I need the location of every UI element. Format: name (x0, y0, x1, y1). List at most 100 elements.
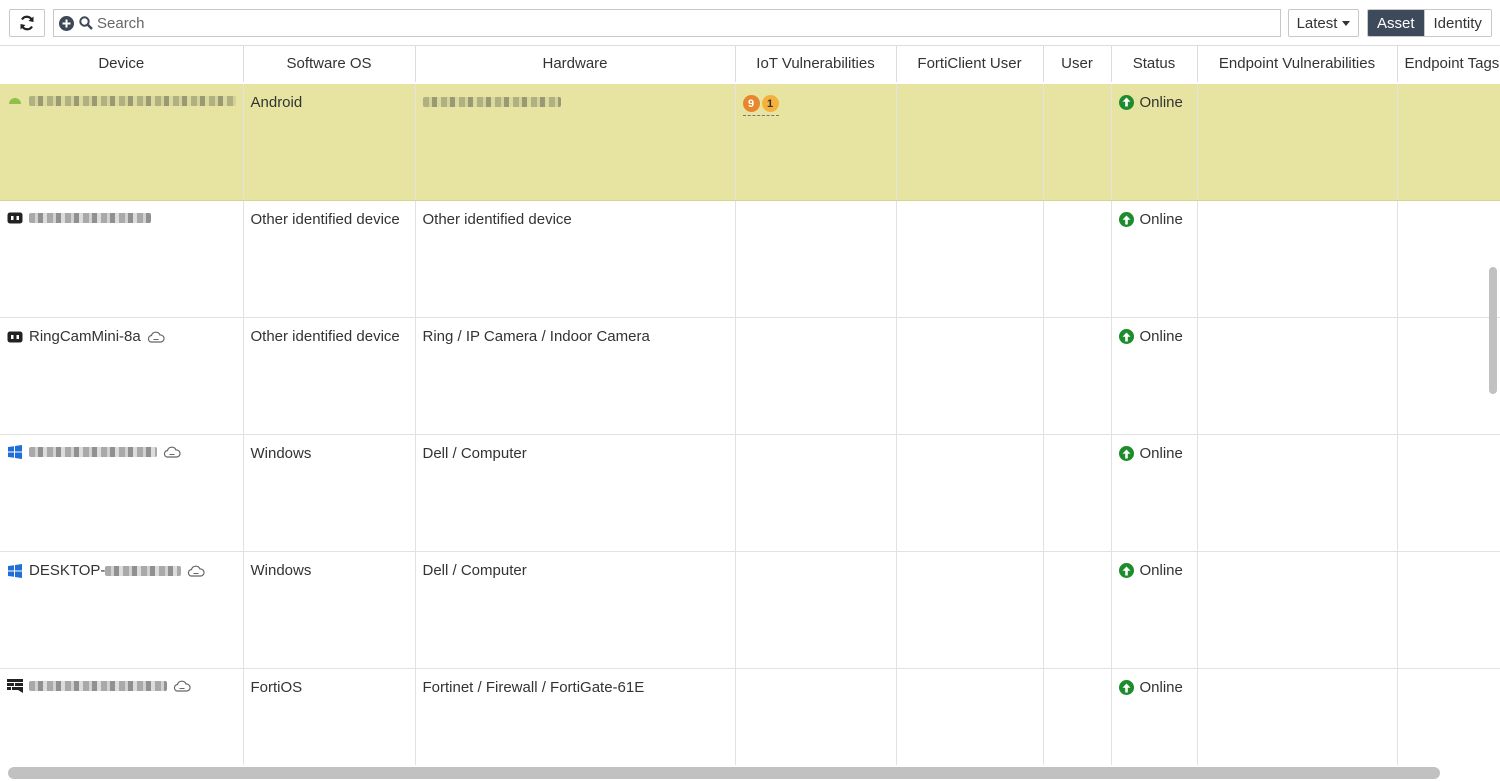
table-row[interactable]: Windows Dell / Computer Online (0, 434, 1500, 552)
device-name[interactable]: DESKTOP- (29, 562, 105, 579)
cloud-icon (163, 446, 181, 458)
refresh-icon (20, 15, 34, 31)
latest-dropdown[interactable]: Latest (1288, 9, 1359, 37)
cloud-icon (147, 331, 165, 343)
endpoint-vulnerabilities-cell (1197, 81, 1398, 201)
status-cell: Online (1111, 81, 1198, 201)
refresh-button[interactable] (9, 9, 45, 37)
column-header-device[interactable]: Device (0, 45, 244, 83)
endpoint-tags-cell (1397, 668, 1500, 765)
software-os-cell: Windows (243, 434, 416, 552)
column-header-hardware[interactable]: Hardware (415, 45, 736, 83)
column-header-iot-vulnerabilities[interactable]: IoT Vulnerabilities (735, 45, 897, 83)
endpoint-vulnerabilities-cell (1197, 668, 1398, 765)
hardware-cell: Ring / IP Camera / Indoor Camera (415, 317, 736, 435)
device-icon (7, 211, 23, 225)
cloud-icon (187, 565, 206, 577)
column-header-endpoint-vulnerabilities[interactable]: Endpoint Vulnerabilities (1197, 45, 1398, 83)
toolbar: Latest Asset Identity (0, 0, 1500, 45)
vulnerability-badges[interactable]: 9 1 (742, 95, 779, 116)
search-input[interactable] (97, 14, 1197, 32)
status-label: Online (1139, 562, 1183, 579)
endpoint-tags-cell (1397, 434, 1500, 552)
user-cell (1043, 551, 1112, 669)
column-header-forticlient-user[interactable]: FortiClient User (896, 45, 1044, 83)
device-table: Device Software OS Hardware IoT Vulnerab… (0, 45, 1500, 765)
user-cell (1043, 200, 1112, 318)
status-cell: Online (1111, 434, 1198, 552)
redacted-device-name (29, 447, 157, 457)
status-cell: Online (1111, 317, 1198, 435)
horizontal-scrollbar[interactable] (8, 767, 1440, 779)
windows-icon (7, 563, 23, 578)
status-label: Online (1139, 445, 1183, 462)
redacted-device-name (29, 213, 151, 223)
redacted-device-name (29, 681, 167, 691)
hardware-cell: Dell / Computer (415, 434, 736, 552)
column-header-user[interactable]: User (1043, 45, 1112, 83)
redacted-hardware (422, 96, 561, 107)
column-header-endpoint-tags[interactable]: Endpoint Tags (1397, 45, 1500, 83)
android-icon (7, 94, 23, 108)
status-label: Online (1139, 211, 1183, 228)
search-bar[interactable] (53, 9, 1281, 37)
view-toggle: Asset Identity (1367, 9, 1492, 37)
iot-vulnerabilities-cell (735, 434, 897, 552)
forticlient-user-cell (896, 551, 1044, 669)
endpoint-tags-cell (1397, 551, 1500, 669)
table-row[interactable]: RingCamMini-8a Other identified device R… (0, 317, 1500, 435)
table-row[interactable]: Other identified device Other identified… (0, 200, 1500, 318)
user-cell (1043, 81, 1112, 201)
status-label: Online (1139, 679, 1183, 696)
table-row[interactable]: Android 9 1 Online (0, 81, 1500, 201)
status-label: Online (1139, 93, 1183, 111)
device-cell (0, 668, 244, 765)
user-cell (1043, 668, 1112, 765)
iot-vulnerabilities-cell (735, 317, 897, 435)
hardware-cell: Fortinet / Firewall / FortiGate-61E (415, 668, 736, 765)
column-header-software-os[interactable]: Software OS (243, 45, 416, 83)
device-icon (7, 330, 23, 344)
endpoint-vulnerabilities-cell (1197, 434, 1398, 552)
device-cell: DESKTOP- (0, 551, 244, 669)
tab-asset[interactable]: Asset (1368, 10, 1424, 36)
forticlient-user-cell (896, 668, 1044, 765)
status-cell: Online (1111, 668, 1198, 765)
tab-identity[interactable]: Identity (1423, 10, 1491, 36)
software-os-cell: Other identified device (243, 200, 416, 318)
add-filter-icon[interactable] (59, 15, 74, 31)
forticlient-user-cell (896, 317, 1044, 435)
device-cell (0, 434, 244, 552)
user-cell (1043, 317, 1112, 435)
table-row[interactable]: DESKTOP- Windows Dell / Computer Online (0, 551, 1500, 669)
software-os-cell: Windows (243, 551, 416, 669)
forticlient-user-cell (896, 434, 1044, 552)
endpoint-tags-cell (1397, 81, 1500, 201)
online-arrow-icon (1118, 563, 1134, 578)
redacted-device-name (29, 95, 236, 106)
redacted-device-name (105, 565, 182, 576)
iot-vulnerabilities-cell (735, 551, 897, 669)
online-arrow-icon (1118, 212, 1134, 227)
table-row[interactable]: FortiOS Fortinet / Firewall / FortiGate-… (0, 668, 1500, 765)
online-arrow-icon (1118, 680, 1134, 695)
software-os-cell: Other identified device (243, 317, 416, 435)
iot-vulnerabilities-cell: 9 1 (735, 81, 897, 201)
column-header-status[interactable]: Status (1111, 45, 1198, 83)
cloud-icon (173, 680, 191, 692)
hardware-cell (415, 81, 736, 201)
online-arrow-icon (1118, 94, 1134, 110)
endpoint-tags-cell (1397, 200, 1500, 318)
medium-severity-badge: 1 (761, 95, 779, 112)
software-os-cell: FortiOS (243, 668, 416, 765)
online-arrow-icon (1118, 329, 1134, 344)
device-name[interactable]: RingCamMini-8a (29, 328, 141, 345)
iot-vulnerabilities-cell (735, 200, 897, 318)
status-cell: Online (1111, 200, 1198, 318)
device-cell (0, 200, 244, 318)
device-cell (0, 81, 244, 201)
windows-icon (7, 445, 23, 459)
latest-dropdown-label: Latest (1296, 14, 1338, 32)
caret-down-icon (1342, 20, 1351, 26)
vertical-scrollbar[interactable] (1489, 267, 1497, 394)
